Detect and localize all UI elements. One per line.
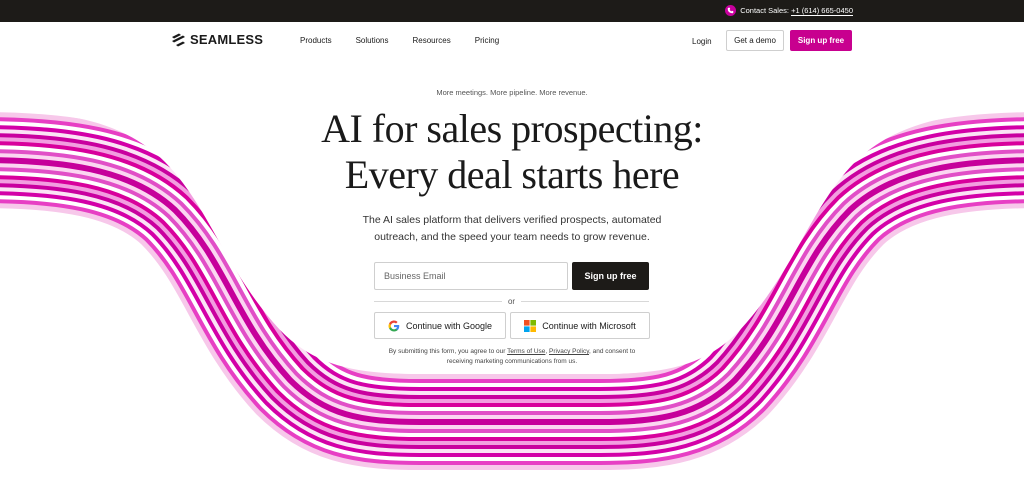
contact-sales[interactable]: Contact Sales: +1 (614) 665-0450 [725,5,853,16]
signup-nav-button[interactable]: Sign up free [790,30,852,51]
hero-eyebrow: More meetings. More pipeline. More reven… [436,88,588,97]
google-label: Continue with Google [405,320,493,331]
privacy-link[interactable]: Privacy Policy [549,348,589,355]
nav-item-resources[interactable]: Resources [413,36,451,45]
subtitle-line-1: The AI sales platform that delivers veri… [362,214,662,226]
contact-label: Contact Sales: [740,6,789,15]
divider-line-left [374,300,502,302]
contact-number[interactable]: +1 (614) 665-0450 [791,6,853,16]
subtitle-line-2: outreach, and the speed your team needs … [374,231,650,243]
logo-text: SEAMLESS [190,32,264,47]
continue-microsoft-button[interactable]: Continue with Microsoft [510,312,650,339]
phone-icon [725,5,737,16]
hero-subtitle: The AI sales platform that delivers veri… [0,212,1024,246]
nav-item-products[interactable]: Products [300,36,332,45]
legal-disclaimer: By submitting this form, you agree to ou… [0,347,1024,367]
headline-line-2: Every deal starts here [344,152,680,197]
get-demo-button[interactable]: Get a demo [726,30,784,51]
legal-line-2: receiving marketing communications from … [446,358,578,365]
nav-item-solutions[interactable]: Solutions [356,36,389,45]
microsoft-label: Continue with Microsoft [542,320,636,331]
nav-item-pricing[interactable]: Pricing [475,36,499,45]
or-label: or [507,296,516,306]
logo[interactable]: SEAMLESS [171,32,263,47]
legal-comma: , [545,348,548,355]
or-divider: or [374,295,649,307]
login-link[interactable]: Login [692,37,712,46]
divider-line-right [521,300,649,302]
main-nav: SEAMLESS Products Solutions Resources Pr… [0,22,1024,61]
hero-headline: AI for sales prospecting: Every deal sta… [0,106,1024,198]
nav-menu: Products Solutions Resources Pricing [300,36,523,45]
signup-form-button[interactable]: Sign up free [572,262,649,290]
microsoft-icon [524,319,537,332]
terms-link[interactable]: Terms of Use [507,348,545,355]
business-email-input[interactable] [374,262,568,290]
top-bar: Contact Sales: +1 (614) 665-0450 [0,0,1024,22]
headline-line-1: AI for sales prospecting: [321,106,703,151]
legal-suffix: , and consent to [589,348,636,355]
continue-google-button[interactable]: Continue with Google [374,312,506,339]
seamless-logo-icon [172,33,185,46]
legal-line-1: By submitting this form, you agree to ou… [0,347,1024,357]
google-icon [388,320,400,332]
legal-prefix: By submitting this form, you agree to ou… [388,348,506,355]
